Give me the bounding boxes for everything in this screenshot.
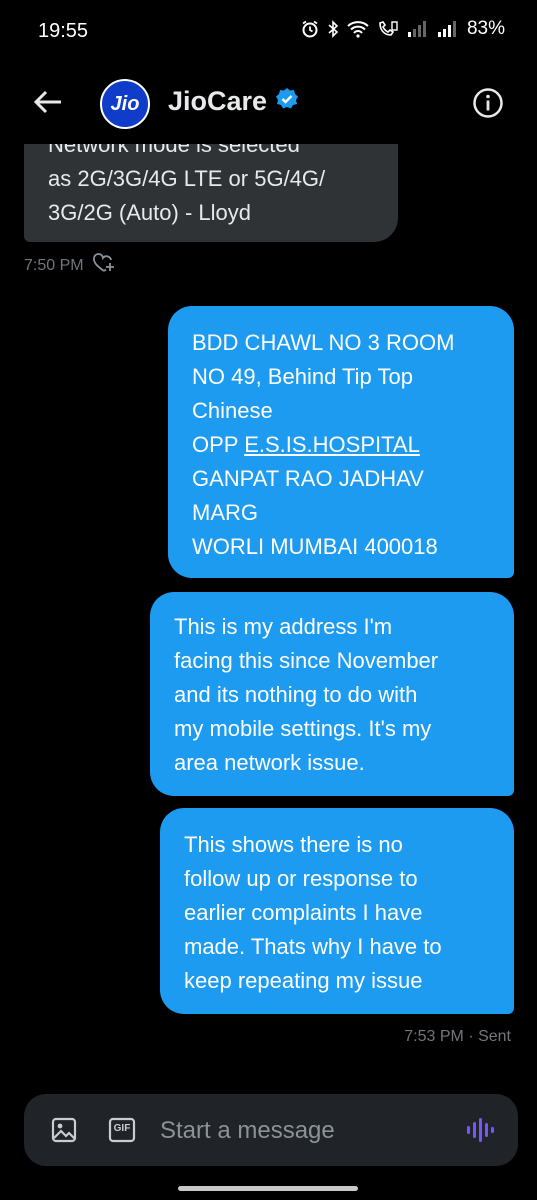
page-title: JioCare [168,86,268,116]
message-text-line: OPP E.S.IS.HOSPITAL [192,428,490,462]
message-text-line: NO 49, Behind Tip Top [192,364,413,389]
conversation-header: Jio JioCare [0,62,537,144]
status-time: 19:55 [38,20,89,42]
message-text-line: Network mode is selected [48,144,300,157]
gif-icon[interactable]: GIF [108,1116,136,1144]
wifi-icon [347,20,369,38]
verified-badge-icon [275,87,299,116]
message-text-line: Chinese [192,398,273,423]
hospital-link[interactable]: E.S.IS.HOSPITAL [244,432,420,457]
info-button[interactable] [471,86,505,120]
message-text-line: my mobile settings. It's my [174,716,432,741]
conversation-title[interactable]: JioCare [168,86,299,117]
message-text-line: and its nothing to do with [174,682,418,707]
message-meta: 7:53 PM · Sent [404,1028,511,1046]
voice-wave-icon[interactable] [464,1114,496,1146]
message-text-line: This is my address I'm [174,614,393,639]
status-bar: 19:55 83% [0,0,537,62]
outgoing-message[interactable]: This shows there is no follow up or resp… [160,808,514,1014]
heart-plus-icon[interactable] [92,252,116,279]
message-text-line: This shows there is no [184,832,403,857]
alarm-icon [301,20,319,38]
gif-label: GIF [113,1123,131,1134]
message-text-line: facing this since November [174,648,439,673]
message-text-line: follow up or response to [184,866,418,891]
message-text-line: keep repeating my issue [184,968,423,993]
message-timestamp: 7:50 PM [24,256,84,274]
outgoing-message[interactable]: This is my address I'm facing this since… [150,592,514,796]
message-text-line: MARG [192,500,258,525]
gesture-handle [178,1186,358,1191]
image-icon[interactable] [50,1116,78,1144]
info-icon [473,88,503,118]
back-button[interactable] [30,84,66,120]
status-icons: 83% [301,18,505,40]
message-text-line: made. Thats why I have to [184,934,442,959]
message-list[interactable]: Network mode is selected as 2G/3G/4G LTE… [0,144,537,1080]
bluetooth-icon [327,20,339,38]
message-text-line: area network issue. [174,750,365,775]
avatar[interactable]: Jio [100,79,150,129]
outgoing-message[interactable]: BDD CHAWL NO 3 ROOM NO 49, Behind Tip To… [168,306,514,578]
message-timestamp: 7:53 PM · Sent [404,1028,511,1045]
message-text-line: BDD CHAWL NO 3 ROOM [192,330,455,355]
message-composer: GIF [24,1094,518,1166]
volte-icon [377,20,399,38]
message-text-line: GANPAT RAO JADHAV [192,466,424,491]
message-text: OPP [192,432,245,457]
arrow-left-icon [33,90,61,114]
signal-icon [407,20,429,38]
battery-percent: 83% [466,18,505,39]
message-text-line: WORLI MUMBAI 400018 [192,534,438,559]
message-text-line: 3G/2G (Auto) - Lloyd [48,200,251,225]
incoming-message[interactable]: Network mode is selected as 2G/3G/4G LTE… [24,144,398,242]
message-meta: 7:50 PM [24,252,116,279]
message-text-line: as 2G/3G/4G LTE or 5G/4G/ [48,166,326,191]
signal-icon [437,20,459,38]
message-input[interactable] [158,1112,452,1150]
message-text-line: earlier complaints I have [184,900,423,925]
